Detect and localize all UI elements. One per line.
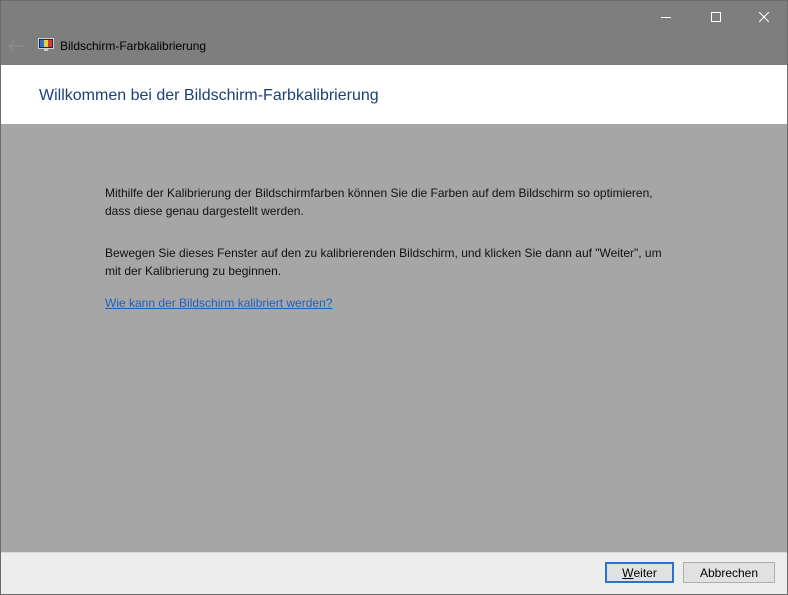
title-bar[interactable]: Bildschirm-Farbkalibrierung bbox=[1, 1, 787, 65]
maximize-icon bbox=[711, 11, 721, 22]
intro-paragraph: Mithilfe der Kalibrierung der Bildschirm… bbox=[105, 186, 653, 218]
minimize-icon bbox=[661, 16, 671, 18]
next-button-mnemonic: W bbox=[622, 565, 634, 580]
instruction-paragraph: Bewegen Sie dieses Fenster auf den zu ka… bbox=[105, 246, 662, 278]
next-button[interactable]: Weiter bbox=[605, 562, 674, 583]
back-arrow-icon[interactable] bbox=[7, 40, 25, 52]
window-title: Bildschirm-Farbkalibrierung bbox=[60, 39, 207, 53]
calibration-window: Bildschirm-Farbkalibrierung Willkommen b… bbox=[0, 0, 788, 595]
page-title: Willkommen bei der Bildschirm-Farbkalibr… bbox=[39, 87, 379, 104]
next-button-label: eiter bbox=[633, 565, 657, 580]
help-link[interactable]: Wie kann der Bildschirm kalibriert werde… bbox=[105, 296, 332, 310]
minimize-button[interactable] bbox=[643, 1, 689, 32]
cancel-button[interactable]: Abbrechen bbox=[683, 562, 775, 583]
close-button[interactable] bbox=[741, 1, 787, 32]
page-header: Willkommen bei der Bildschirm-Farbkalibr… bbox=[1, 65, 787, 124]
maximize-button[interactable] bbox=[693, 1, 739, 32]
button-bar: Weiter Abbrechen bbox=[1, 552, 787, 594]
close-icon bbox=[759, 11, 769, 22]
monitor-color-icon bbox=[38, 38, 54, 51]
content-area: Mithilfe der Kalibrierung der Bildschirm… bbox=[1, 124, 787, 552]
